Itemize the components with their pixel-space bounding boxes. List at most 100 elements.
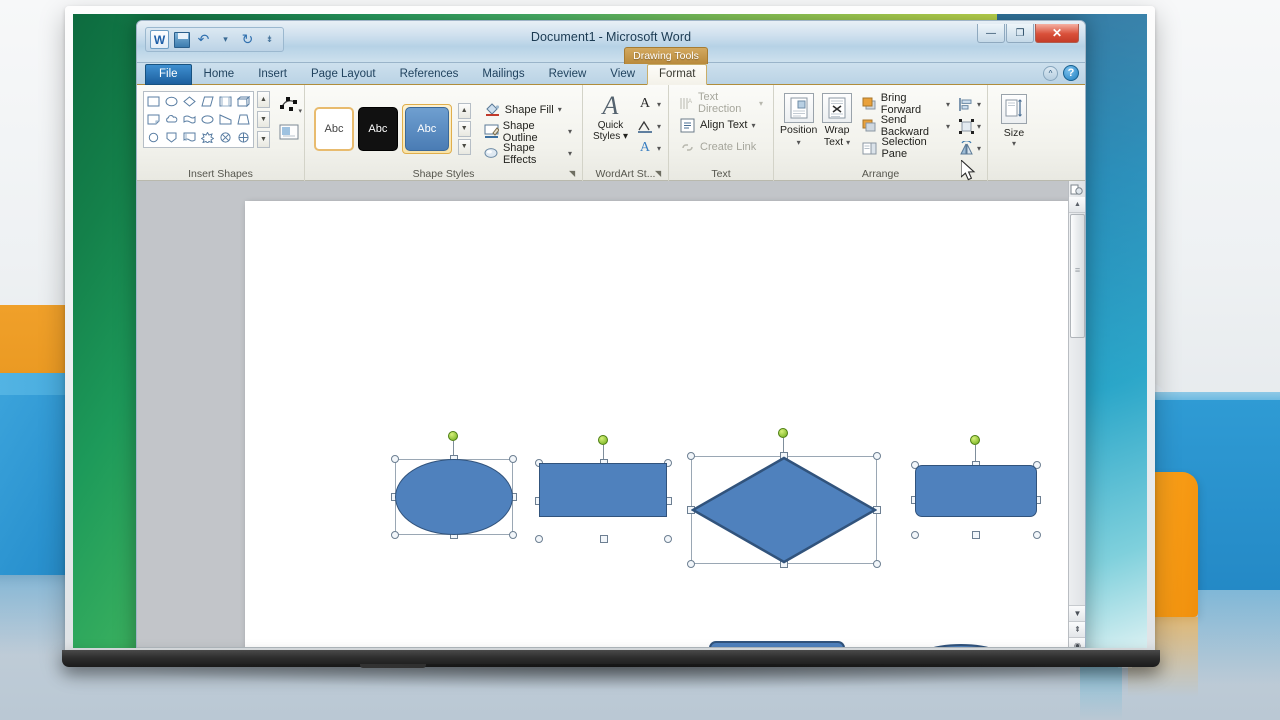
text-fill-caret-icon[interactable]: ▾ — [657, 100, 661, 109]
wordart-quick-styles-button[interactable]: A Quick Styles ▾ — [590, 92, 631, 158]
handle-sw[interactable] — [535, 535, 543, 543]
tab-insert[interactable]: Insert — [246, 64, 299, 85]
rotate-objects-button[interactable]: ▾ — [958, 139, 981, 158]
shape-outline-caret-icon[interactable]: ▾ — [568, 127, 572, 136]
shape-circle-x-icon[interactable] — [217, 129, 234, 146]
group-objects-caret-icon[interactable]: ▾ — [977, 122, 981, 131]
align-objects-caret-icon[interactable]: ▾ — [977, 100, 981, 109]
send-backward-caret-icon[interactable]: ▾ — [946, 122, 950, 131]
handle-sw[interactable] — [911, 531, 919, 539]
selection-pane-button[interactable]: Selection Pane — [859, 136, 953, 160]
text-outline-caret-icon[interactable]: ▾ — [657, 122, 661, 131]
text-box-button[interactable] — [275, 119, 303, 145]
previous-page-button[interactable]: ⇞ — [1069, 621, 1085, 637]
rotate-objects-caret-icon[interactable]: ▾ — [977, 144, 981, 153]
bring-forward-button[interactable]: Bring Forward ▾ — [859, 92, 953, 116]
shape-styles-dialog-launcher[interactable]: ◥ — [569, 169, 579, 179]
shape-diamond-3[interactable] — [691, 456, 877, 564]
rotate-handle[interactable] — [598, 435, 608, 445]
shape-rect-2[interactable] — [539, 463, 667, 517]
scrollbar-thumb[interactable] — [1070, 214, 1085, 338]
gallery-scroll-down-icon[interactable]: ▼ — [257, 111, 270, 128]
wordart-styles-dialog-launcher[interactable]: ◥ — [655, 169, 665, 179]
tab-mailings[interactable]: Mailings — [470, 64, 536, 85]
scroll-down-button[interactable]: ▼ — [1069, 605, 1085, 621]
shape-fill-caret-icon[interactable]: ▾ — [558, 105, 562, 114]
position-caret-icon[interactable]: ▾ — [780, 137, 817, 149]
shape-parallelogram-icon[interactable] — [199, 93, 216, 110]
select-browse-object-icon[interactable] — [1069, 182, 1084, 197]
styles-scroll-down-icon[interactable]: ▼ — [457, 120, 471, 137]
gallery-scroll-up-icon[interactable]: ▲ — [257, 91, 270, 108]
shape-style-thumb-black[interactable]: Abc — [357, 106, 398, 151]
tab-references[interactable]: References — [388, 64, 471, 85]
text-effects-button[interactable]: A ▾ — [635, 138, 661, 158]
send-backward-button[interactable]: Send Backward ▾ — [859, 114, 953, 138]
shape-fill-button[interactable]: Shape Fill ▾ — [481, 100, 575, 119]
align-objects-button[interactable]: ▾ — [958, 95, 981, 114]
shape-oval-icon[interactable] — [163, 93, 180, 110]
vertical-scrollbar[interactable]: ▲ ▼ ⇞ ◉ ⇟ — [1068, 181, 1085, 648]
text-direction-caret-icon[interactable]: ▾ — [759, 99, 763, 108]
handle-sw[interactable] — [391, 531, 399, 539]
shape-pentagon-down-icon[interactable] — [163, 129, 180, 146]
shape-oval-1[interactable] — [395, 459, 513, 535]
shape-cloud-icon[interactable] — [163, 111, 180, 128]
document-page[interactable] — [245, 201, 1075, 648]
create-link-button[interactable]: Create Link — [676, 137, 766, 157]
shape-circle-plus-icon[interactable] — [235, 129, 252, 146]
shape-style-thumb-white[interactable]: Abc — [314, 106, 354, 151]
shape-style-thumb-blue[interactable]: Abc — [404, 106, 449, 151]
text-outline-button[interactable]: ▾ — [635, 116, 661, 136]
close-button[interactable]: ✕ — [1035, 24, 1079, 43]
handle-s[interactable] — [600, 535, 608, 543]
position-button[interactable]: Position ▾ — [780, 91, 817, 148]
text-effects-caret-icon[interactable]: ▾ — [657, 144, 661, 153]
restore-button[interactable]: ❐ — [1006, 24, 1034, 43]
handle-se[interactable] — [509, 531, 517, 539]
handle-ne[interactable] — [509, 455, 517, 463]
shape-rectangle-icon[interactable] — [145, 93, 162, 110]
shape-cube-icon[interactable] — [235, 93, 252, 110]
shape-rect-3d-icon[interactable] — [217, 93, 234, 110]
bring-forward-caret-icon[interactable]: ▾ — [946, 100, 950, 109]
shape-trapezoid-icon[interactable] — [235, 111, 252, 128]
rotate-handle[interactable] — [778, 428, 788, 438]
styles-more-icon[interactable]: ▼ — [457, 138, 471, 155]
shape-effects-caret-icon[interactable]: ▾ — [568, 149, 572, 158]
shape-explosion-icon[interactable] — [199, 129, 216, 146]
shape-small-circle-icon[interactable] — [145, 129, 162, 146]
handle-nw[interactable] — [391, 455, 399, 463]
shape-trapezoid-right-icon[interactable] — [217, 111, 234, 128]
handle-se[interactable] — [1033, 531, 1041, 539]
help-icon[interactable]: ? — [1063, 65, 1079, 81]
size-button[interactable]: Size ▾ — [992, 88, 1036, 148]
tab-page-layout[interactable]: Page Layout — [299, 64, 388, 85]
group-objects-button[interactable]: ▾ — [958, 117, 981, 136]
tab-file[interactable]: File — [145, 64, 192, 85]
rotate-handle[interactable] — [448, 431, 458, 441]
tab-view[interactable]: View — [598, 64, 647, 85]
shape-ellipse-flat-icon[interactable] — [199, 111, 216, 128]
tab-home[interactable]: Home — [192, 64, 247, 85]
size-caret-icon[interactable]: ▾ — [992, 139, 1036, 148]
tab-format[interactable]: Format — [647, 64, 708, 85]
text-direction-button[interactable]: A Text Direction ▾ — [676, 91, 766, 115]
handle-s[interactable] — [972, 531, 980, 539]
shape-flowchart-doc-icon[interactable] — [181, 129, 198, 146]
align-text-button[interactable]: Align Text ▾ — [676, 115, 766, 135]
gallery-more-icon[interactable]: ▼ — [257, 131, 270, 148]
tab-review[interactable]: Review — [537, 64, 599, 85]
wrap-text-button[interactable]: Wrap Text ▾ — [819, 91, 854, 148]
minimize-button[interactable]: — — [977, 24, 1005, 43]
shape-diamond-icon[interactable] — [181, 93, 198, 110]
shape-round-rect-4[interactable] — [915, 465, 1037, 517]
minimize-ribbon-icon[interactable]: ^ — [1043, 65, 1058, 81]
shape-outline-button[interactable]: Shape Outline ▾ — [481, 120, 575, 144]
styles-scroll-up-icon[interactable]: ▲ — [457, 102, 471, 119]
text-fill-button[interactable]: A ▾ — [635, 94, 661, 114]
edit-shape-caret-icon[interactable]: ▾ — [298, 107, 302, 115]
shape-wave-icon[interactable] — [181, 111, 198, 128]
scroll-up-button[interactable]: ▲ — [1069, 197, 1085, 213]
handle-se[interactable] — [664, 535, 672, 543]
